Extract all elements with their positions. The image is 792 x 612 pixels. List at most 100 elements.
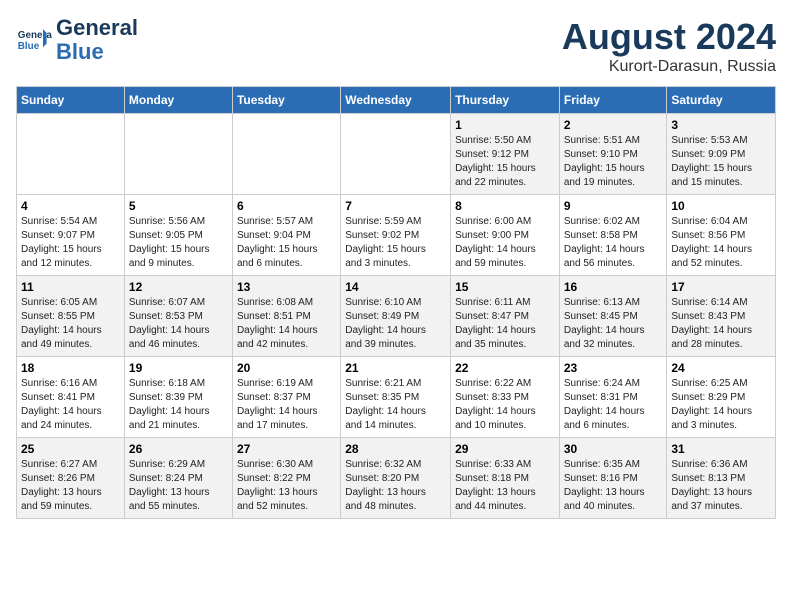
calendar-cell-1-3 — [232, 114, 340, 195]
weekday-header-saturday: Saturday — [667, 87, 776, 114]
day-number: 26 — [129, 442, 228, 456]
calendar-cell-2-6: 9Sunrise: 6:02 AM Sunset: 8:58 PM Daylig… — [559, 195, 667, 276]
logo-text-general: General — [56, 16, 138, 40]
day-number: 5 — [129, 199, 228, 213]
day-info: Sunrise: 6:04 AM Sunset: 8:56 PM Dayligh… — [671, 215, 771, 271]
calendar-cell-1-4 — [341, 114, 451, 195]
day-info: Sunrise: 6:24 AM Sunset: 8:31 PM Dayligh… — [564, 377, 663, 433]
calendar-cell-4-3: 20Sunrise: 6:19 AM Sunset: 8:37 PM Dayli… — [232, 357, 340, 438]
day-info: Sunrise: 6:27 AM Sunset: 8:26 PM Dayligh… — [21, 458, 120, 514]
day-info: Sunrise: 6:32 AM Sunset: 8:20 PM Dayligh… — [345, 458, 446, 514]
page-header: General Blue General Blue August 2024 Ku… — [16, 16, 776, 76]
day-info: Sunrise: 6:16 AM Sunset: 8:41 PM Dayligh… — [21, 377, 120, 433]
day-info: Sunrise: 5:54 AM Sunset: 9:07 PM Dayligh… — [21, 215, 120, 271]
calendar-week-3: 11 Sunrise: 6:05 AM Sunset: 8:55 PM Dayli… — [17, 276, 776, 357]
day-info: Sunrise: 6:25 AM Sunset: 8:29 PM Dayligh… — [671, 377, 771, 433]
day-info: Sunrise: 6:02 AM Sunset: 8:58 PM Dayligh… — [564, 215, 663, 271]
day-number: 30 — [564, 442, 663, 456]
day-info: Sunrise: 6:22 AM Sunset: 8:33 PM Dayligh… — [455, 377, 555, 433]
day-info: Sunrise: 6:35 AM Sunset: 8:16 PM Dayligh… — [564, 458, 663, 514]
calendar-cell-1-5: 1 Sunrise: 5:50 AM Sunset: 9:12 PM Daylig… — [451, 114, 560, 195]
logo: General Blue General Blue — [16, 16, 138, 64]
day-info: Sunrise: 6:36 AM Sunset: 8:13 PM Dayligh… — [671, 458, 771, 514]
calendar-cell-5-5: 29Sunrise: 6:33 AM Sunset: 8:18 PM Dayli… — [451, 438, 560, 519]
calendar-cell-1-2 — [124, 114, 232, 195]
weekday-header-tuesday: Tuesday — [232, 87, 340, 114]
day-info: Sunrise: 6:00 AM Sunset: 9:00 PM Dayligh… — [455, 215, 555, 271]
calendar-cell-1-7: 3Sunrise: 5:53 AM Sunset: 9:09 PM Daylig… — [667, 114, 776, 195]
day-info: Sunrise: 5:50 AM Sunset: 9:12 PM Dayligh… — [455, 134, 555, 190]
day-number: 10 — [671, 199, 771, 213]
calendar-cell-2-7: 10 Sunrise: 6:04 AM Sunset: 8:56 PM Dayli… — [667, 195, 776, 276]
weekday-header-friday: Friday — [559, 87, 667, 114]
day-info: Sunrise: 5:56 AM Sunset: 9:05 PM Dayligh… — [129, 215, 228, 271]
calendar-cell-3-1: 11 Sunrise: 6:05 AM Sunset: 8:55 PM Dayli… — [17, 276, 125, 357]
calendar-cell-5-6: 30 Sunrise: 6:35 AM Sunset: 8:16 PM Dayli… — [559, 438, 667, 519]
calendar-cell-4-6: 23Sunrise: 6:24 AM Sunset: 8:31 PM Dayli… — [559, 357, 667, 438]
location-subtitle: Kurort-Darasun, Russia — [562, 58, 776, 76]
day-number: 12 — [129, 280, 228, 294]
weekday-header-thursday: Thursday — [451, 87, 560, 114]
day-number: 8 — [455, 199, 555, 213]
day-number: 25 — [21, 442, 120, 456]
calendar-body: 1 Sunrise: 5:50 AM Sunset: 9:12 PM Daylig… — [17, 114, 776, 519]
logo-icon: General Blue — [16, 22, 52, 58]
weekday-header-sunday: Sunday — [17, 87, 125, 114]
calendar-cell-3-5: 15 Sunrise: 6:11 AM Sunset: 8:47 PM Dayli… — [451, 276, 560, 357]
day-info: Sunrise: 6:30 AM Sunset: 8:22 PM Dayligh… — [237, 458, 336, 514]
calendar-cell-3-6: 16Sunrise: 6:13 AM Sunset: 8:45 PM Dayli… — [559, 276, 667, 357]
title-block: August 2024 Kurort-Darasun, Russia — [562, 16, 776, 76]
logo-text-blue: Blue — [56, 40, 138, 64]
calendar-week-4: 18 Sunrise: 6:16 AM Sunset: 8:41 PM Dayli… — [17, 357, 776, 438]
day-info: Sunrise: 5:51 AM Sunset: 9:10 PM Dayligh… — [564, 134, 663, 190]
calendar-cell-3-2: 12 Sunrise: 6:07 AM Sunset: 8:53 PM Dayli… — [124, 276, 232, 357]
day-number: 7 — [345, 199, 446, 213]
calendar-cell-2-3: 6Sunrise: 5:57 AM Sunset: 9:04 PM Daylig… — [232, 195, 340, 276]
day-number: 11 — [21, 280, 120, 294]
day-number: 13 — [237, 280, 336, 294]
day-info: Sunrise: 6:05 AM Sunset: 8:55 PM Dayligh… — [21, 296, 120, 352]
day-info: Sunrise: 6:29 AM Sunset: 8:24 PM Dayligh… — [129, 458, 228, 514]
calendar-cell-2-4: 7 Sunrise: 5:59 AM Sunset: 9:02 PM Daylig… — [341, 195, 451, 276]
day-number: 1 — [455, 118, 555, 132]
calendar-week-1: 1 Sunrise: 5:50 AM Sunset: 9:12 PM Daylig… — [17, 114, 776, 195]
day-number: 31 — [671, 442, 771, 456]
day-info: Sunrise: 6:14 AM Sunset: 8:43 PM Dayligh… — [671, 296, 771, 352]
day-info: Sunrise: 6:21 AM Sunset: 8:35 PM Dayligh… — [345, 377, 446, 433]
day-number: 24 — [671, 361, 771, 375]
calendar-cell-4-2: 19 Sunrise: 6:18 AM Sunset: 8:39 PM Dayli… — [124, 357, 232, 438]
day-number: 3 — [671, 118, 771, 132]
calendar-cell-2-1: 4 Sunrise: 5:54 AM Sunset: 9:07 PM Daylig… — [17, 195, 125, 276]
day-number: 28 — [345, 442, 446, 456]
calendar-cell-3-4: 14Sunrise: 6:10 AM Sunset: 8:49 PM Dayli… — [341, 276, 451, 357]
day-number: 18 — [21, 361, 120, 375]
day-info: Sunrise: 6:07 AM Sunset: 8:53 PM Dayligh… — [129, 296, 228, 352]
calendar-cell-1-6: 2Sunrise: 5:51 AM Sunset: 9:10 PM Daylig… — [559, 114, 667, 195]
day-info: Sunrise: 6:11 AM Sunset: 8:47 PM Dayligh… — [455, 296, 555, 352]
calendar-cell-4-4: 21 Sunrise: 6:21 AM Sunset: 8:35 PM Dayli… — [341, 357, 451, 438]
calendar-cell-5-3: 27 Sunrise: 6:30 AM Sunset: 8:22 PM Dayli… — [232, 438, 340, 519]
day-number: 6 — [237, 199, 336, 213]
calendar-cell-5-7: 31 Sunrise: 6:36 AM Sunset: 8:13 PM Dayli… — [667, 438, 776, 519]
day-number: 4 — [21, 199, 120, 213]
calendar-cell-4-1: 18 Sunrise: 6:16 AM Sunset: 8:41 PM Dayli… — [17, 357, 125, 438]
day-info: Sunrise: 5:59 AM Sunset: 9:02 PM Dayligh… — [345, 215, 446, 271]
calendar-cell-2-5: 8 Sunrise: 6:00 AM Sunset: 9:00 PM Daylig… — [451, 195, 560, 276]
calendar-cell-4-5: 22 Sunrise: 6:22 AM Sunset: 8:33 PM Dayli… — [451, 357, 560, 438]
day-number: 22 — [455, 361, 555, 375]
calendar-cell-5-4: 28 Sunrise: 6:32 AM Sunset: 8:20 PM Dayli… — [341, 438, 451, 519]
day-number: 27 — [237, 442, 336, 456]
svg-text:Blue: Blue — [18, 41, 40, 52]
day-info: Sunrise: 6:08 AM Sunset: 8:51 PM Dayligh… — [237, 296, 336, 352]
day-number: 15 — [455, 280, 555, 294]
weekday-header-wednesday: Wednesday — [341, 87, 451, 114]
day-info: Sunrise: 6:18 AM Sunset: 8:39 PM Dayligh… — [129, 377, 228, 433]
day-number: 29 — [455, 442, 555, 456]
day-number: 19 — [129, 361, 228, 375]
weekday-header-monday: Monday — [124, 87, 232, 114]
day-info: Sunrise: 6:19 AM Sunset: 8:37 PM Dayligh… — [237, 377, 336, 433]
calendar-week-2: 4 Sunrise: 5:54 AM Sunset: 9:07 PM Daylig… — [17, 195, 776, 276]
day-number: 21 — [345, 361, 446, 375]
calendar-cell-1-1 — [17, 114, 125, 195]
day-info: Sunrise: 6:10 AM Sunset: 8:49 PM Dayligh… — [345, 296, 446, 352]
